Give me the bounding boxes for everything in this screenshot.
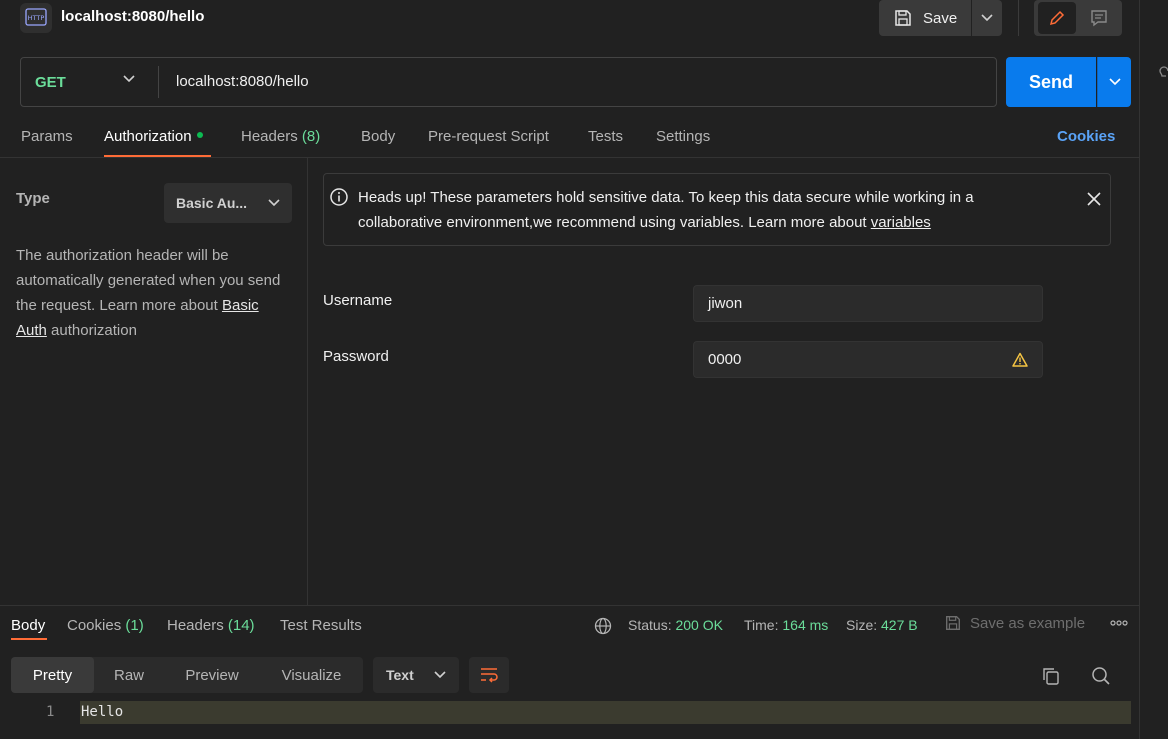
alert-message: Heads up! These parameters hold sensitiv…	[358, 185, 1058, 235]
save-options-button[interactable]	[972, 0, 1002, 36]
response-tab-body[interactable]: Body	[11, 617, 45, 634]
tab-authorization-label: Authorization	[104, 128, 192, 145]
right-sidebar-border	[1139, 0, 1140, 739]
chevron-down-icon	[1108, 78, 1121, 86]
tab-pre-request-script[interactable]: Pre-request Script	[428, 128, 549, 145]
tab-body[interactable]: Body	[361, 128, 395, 145]
size-label: Size:	[846, 617, 878, 633]
response-tab-cookies[interactable]: Cookies (1)	[67, 617, 144, 634]
auth-type-label: Type	[16, 190, 50, 207]
pencil-icon	[1049, 10, 1065, 26]
response-tab-underline	[11, 638, 47, 640]
response-time[interactable]: Time: 164 ms	[744, 617, 828, 633]
format-preview[interactable]: Preview	[164, 657, 260, 693]
tab-headers[interactable]: Headers (8)	[241, 128, 320, 145]
request-title[interactable]: localhost:8080/hello	[61, 8, 204, 25]
status-value: 200 OK	[675, 617, 723, 633]
tab-authorization[interactable]: Authorization	[104, 128, 203, 145]
url-bar	[20, 57, 997, 107]
response-tab-test-results[interactable]: Test Results	[280, 617, 362, 634]
tab-tests[interactable]: Tests	[588, 128, 623, 145]
close-icon[interactable]	[1086, 191, 1102, 207]
tab-headers-label: Headers	[241, 128, 298, 145]
tab-settings[interactable]: Settings	[656, 128, 710, 145]
tab-params[interactable]: Params	[21, 128, 73, 145]
save-button[interactable]: Save	[879, 0, 971, 36]
http-request-icon: HTTP	[20, 3, 52, 33]
chevron-down-icon[interactable]	[123, 75, 135, 83]
comments-mode-button[interactable]	[1080, 2, 1118, 34]
wrap-lines-button[interactable]	[469, 657, 509, 693]
size-value: 427 B	[881, 617, 918, 633]
chevron-down-icon	[981, 14, 993, 22]
comment-icon	[1091, 10, 1107, 27]
lightbulb-icon[interactable]	[1158, 66, 1168, 82]
auth-description: The authorization header will be automat…	[16, 243, 286, 343]
password-input[interactable]: 0000	[693, 341, 1043, 378]
response-tab-headers-label: Headers	[167, 617, 224, 634]
password-label: Password	[323, 348, 389, 365]
wrap-icon	[481, 668, 498, 683]
more-options-icon[interactable]	[1110, 620, 1128, 626]
username-value: jiwon	[708, 295, 743, 312]
format-raw[interactable]: Raw	[94, 657, 164, 693]
response-status[interactable]: Status: 200 OK	[628, 617, 723, 633]
format-visualize[interactable]: Visualize	[260, 657, 363, 693]
time-label: Time:	[744, 617, 779, 633]
svg-text:HTTP: HTTP	[28, 14, 45, 22]
username-input[interactable]: jiwon	[693, 285, 1043, 322]
auth-type-select[interactable]: Basic Au...	[164, 183, 292, 223]
headers-count: (8)	[301, 128, 321, 145]
globe-icon[interactable]	[594, 617, 612, 635]
auth-description-suffix: authorization	[51, 322, 137, 339]
body-type-select[interactable]: Text	[373, 657, 459, 693]
save-as-example-label: Save as example	[970, 614, 1086, 632]
save-icon	[946, 616, 960, 630]
variables-link[interactable]: variables	[871, 214, 931, 231]
chevron-down-icon	[434, 671, 446, 679]
url-input[interactable]: localhost:8080/hello	[176, 73, 309, 90]
time-value: 164 ms	[782, 617, 829, 633]
save-label: Save	[923, 9, 958, 27]
cookies-link[interactable]: Cookies	[1057, 128, 1115, 145]
cookies-count: (1)	[125, 617, 144, 634]
auth-type-value: Basic Au...	[176, 195, 248, 211]
response-size[interactable]: Size: 427 B	[846, 617, 918, 633]
password-value: 0000	[708, 351, 742, 368]
warning-icon	[1012, 352, 1028, 367]
pane-divider	[307, 158, 308, 605]
save-as-example-button[interactable]: Save as example	[944, 614, 1085, 632]
copy-icon[interactable]	[1041, 666, 1061, 686]
chevron-down-icon	[268, 199, 280, 207]
send-button[interactable]: Send	[1006, 57, 1096, 107]
search-icon[interactable]	[1091, 666, 1111, 686]
line-number: 1	[46, 704, 55, 720]
response-divider	[0, 605, 1140, 606]
info-icon	[329, 187, 349, 207]
save-icon	[895, 10, 911, 26]
body-type-value: Text	[386, 667, 414, 683]
response-headers-count: (14)	[227, 617, 255, 634]
response-tab-headers[interactable]: Headers (14)	[167, 617, 255, 634]
format-pretty[interactable]: Pretty	[11, 657, 94, 693]
status-label: Status:	[628, 617, 672, 633]
username-label: Username	[323, 292, 393, 309]
edit-mode-button[interactable]	[1038, 2, 1076, 34]
response-body-line[interactable]: Hello	[81, 704, 123, 720]
url-separator	[158, 66, 159, 98]
active-line-highlight	[80, 701, 1131, 724]
response-tab-cookies-label: Cookies	[67, 617, 122, 634]
method-select[interactable]: GET	[35, 74, 66, 91]
send-options-button[interactable]	[1097, 57, 1131, 107]
toolbar-divider	[1018, 0, 1019, 36]
tabs-divider	[0, 157, 1140, 158]
active-indicator-dot	[196, 132, 203, 139]
